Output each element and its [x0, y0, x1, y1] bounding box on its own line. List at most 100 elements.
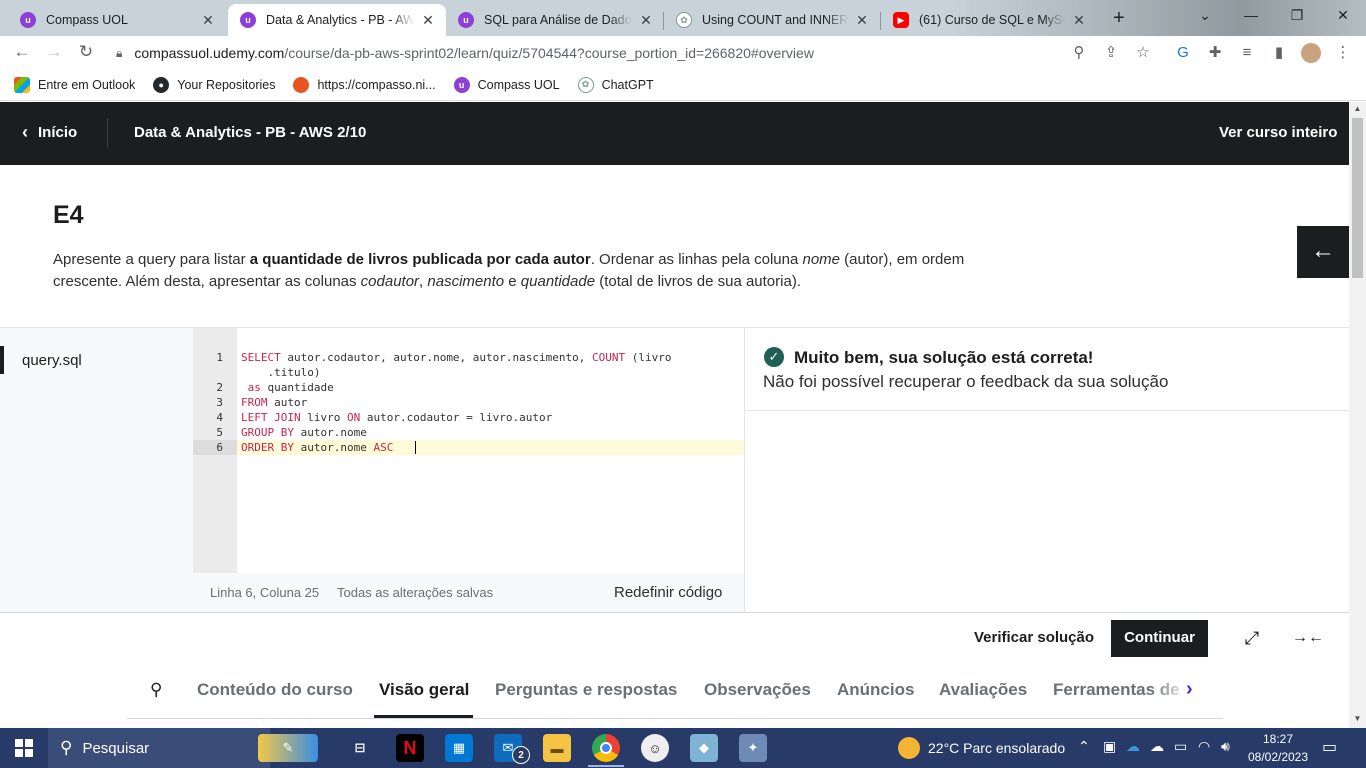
desc-italic: nascimento [427, 273, 505, 290]
line-number: 1 [216, 351, 223, 364]
minimize-icon[interactable]: — [1228, 0, 1274, 32]
back-to-home-link[interactable]: ‹ Início [22, 122, 77, 143]
start-button[interactable] [0, 728, 48, 768]
close-tab-icon[interactable]: ✕ [854, 12, 870, 29]
scroll-down-arrow-icon[interactable]: ▼ [1349, 712, 1366, 726]
close-window-icon[interactable]: ✕ [1320, 0, 1366, 32]
verify-solution-button[interactable]: Verificar solução [968, 622, 1100, 656]
taskbar-search-placeholder: Pesquisar [82, 739, 150, 757]
task-view-icon[interactable]: ⊟ [346, 734, 374, 762]
new-tab-plus-icon[interactable]: + [1106, 6, 1132, 32]
translate-icon[interactable]: G [1173, 43, 1193, 63]
code-line-6: ORDER BY autor.nome ASC [241, 441, 394, 454]
chevron-left-icon: ‹ [22, 122, 28, 142]
reading-list-icon[interactable]: ≡ [1237, 43, 1257, 63]
close-tab-icon[interactable]: ✕ [420, 12, 436, 29]
search-highlight-icon[interactable]: ✎ [258, 734, 318, 762]
chatgpt-icon: ✿ [577, 76, 594, 93]
zoom-icon[interactable]: ⚲ [1069, 43, 1089, 63]
bookmark-star-icon[interactable]: ☆ [1133, 43, 1153, 63]
meet-icon[interactable]: ▣ [1103, 738, 1116, 755]
line-number: 5 [216, 426, 223, 439]
result-divider [745, 410, 1349, 411]
chrome-icon[interactable] [592, 734, 620, 762]
netflix-icon[interactable]: N [396, 734, 424, 762]
desc-italic: codautor [360, 273, 420, 290]
collapse-arrow-left-button[interactable]: ← [1297, 226, 1349, 278]
close-tab-icon[interactable]: ✕ [200, 12, 216, 29]
close-tab-icon[interactable]: ✕ [1071, 12, 1087, 29]
weather-sun-icon[interactable] [898, 737, 920, 759]
check-circle-icon: ✓ [764, 347, 784, 367]
compasso-icon [293, 76, 310, 93]
cloud-icon[interactable]: ☁ [1150, 738, 1164, 755]
menu-kebab-icon[interactable]: ⋮ [1333, 43, 1353, 63]
lock-icon: 🔒︎ [116, 45, 123, 60]
close-tab-icon[interactable]: ✕ [638, 12, 654, 29]
udemy-icon: u [453, 76, 470, 93]
browser-tab[interactable]: u Compass UOL ✕ [8, 4, 226, 36]
tab-qa[interactable]: Perguntas e respostas [495, 680, 677, 700]
desc-text: Apresente a query para listar [53, 251, 250, 268]
line-number: 2 [216, 381, 223, 394]
share-icon[interactable]: ⇪ [1101, 43, 1121, 63]
reset-code-button[interactable]: Redefinir código [614, 584, 722, 601]
browser-tab-active[interactable]: u Data & Analytics - PB - AWS ✕ [228, 4, 446, 36]
chevron-right-icon[interactable]: › [1186, 678, 1193, 701]
tab-search-chevron-icon[interactable]: ⌄ [1182, 0, 1228, 32]
scroll-up-arrow-icon[interactable]: ▲ [1349, 102, 1366, 116]
bookmark-compasso[interactable]: https://compasso.ni... [293, 76, 436, 93]
weather-text[interactable]: 22°C Parc ensolarado [928, 740, 1065, 756]
volume-icon[interactable]: 🔊︎ [1221, 738, 1230, 755]
expand-icon[interactable]: ⤢ [1240, 626, 1264, 650]
active-app-indicator [588, 765, 624, 767]
url-field[interactable]: 🔒︎ compassuol.udemy.com/course/da-pb-aws… [116, 40, 1056, 66]
app-icon[interactable]: ✦ [739, 734, 767, 762]
forward-arrow-icon[interactable]: → [43, 42, 65, 64]
bookmark-outlook[interactable]: Entre em Outlook [14, 76, 135, 93]
tab-notes[interactable]: Observações [704, 680, 811, 700]
reload-icon[interactable]: ↻ [75, 42, 97, 64]
browser-tab[interactable]: ▶ (61) Curso de SQL e MySQL ✕ [881, 4, 1097, 36]
browser-tab[interactable]: u SQL para Análise de Dados: D ✕ [446, 4, 664, 36]
tab-title: SQL para Análise de Dados: D [484, 13, 632, 27]
browser-tab[interactable]: ✿ Using COUNT and INNER JOIN ✕ [664, 4, 880, 36]
extensions-icon[interactable]: ✚ [1205, 43, 1225, 63]
windows-logo-icon [15, 739, 33, 757]
app-icon[interactable]: ◆ [690, 734, 718, 762]
tab-announcements[interactable]: Anúncios [837, 680, 914, 700]
battery-icon[interactable]: ▭ [1174, 738, 1187, 755]
collapse-width-icon[interactable]: →← [1292, 626, 1324, 650]
tab-overview[interactable]: Visão geral [379, 680, 469, 700]
chevron-up-icon[interactable]: ⌃ [1078, 738, 1090, 755]
bookmark-compass-uol[interactable]: u Compass UOL [453, 76, 560, 93]
bookmark-chatgpt[interactable]: ✿ ChatGPT [577, 76, 654, 93]
bookmark-repositories[interactable]: ● Your Repositories [153, 76, 275, 93]
tab-reviews[interactable]: Avaliações [939, 680, 1027, 700]
back-arrow-icon[interactable]: ← [11, 42, 33, 64]
result-subtitle: Não foi possível recuperar o feedback da… [763, 372, 1169, 391]
search-icon[interactable]: ⚲ [150, 680, 162, 700]
clock-time[interactable]: 18:27 [1262, 732, 1294, 746]
tab-course-content[interactable]: Conteúdo do curso [197, 680, 353, 700]
clock-date[interactable]: 08/02/2023 [1246, 750, 1310, 764]
restore-icon[interactable]: ❐ [1274, 0, 1320, 32]
scrollbar-thumb[interactable] [1352, 118, 1363, 278]
app-icon[interactable]: ☺ [641, 734, 669, 762]
file-explorer-icon[interactable]: ▬ [543, 734, 571, 762]
store-icon[interactable]: ▦ [445, 734, 473, 762]
side-panel-icon[interactable]: ▮ [1269, 43, 1289, 63]
taskbar-search[interactable]: ⚲ Pesquisar [48, 728, 270, 768]
file-tab-query-sql[interactable]: query.sql [22, 352, 82, 369]
tab-title: (61) Curso de SQL e MySQL [919, 13, 1065, 27]
continue-button[interactable]: Continuar [1111, 620, 1208, 657]
code-line-1: SELECT autor.codautor, autor.nome, autor… [241, 351, 672, 364]
see-full-course-link[interactable]: Ver curso inteiro [1219, 124, 1337, 141]
wifi-icon[interactable]: ◠ [1198, 738, 1210, 755]
udemy-favicon-icon: u [240, 12, 256, 28]
tab-title: Data & Analytics - PB - AWS [266, 13, 414, 27]
profile-avatar-icon[interactable] [1301, 43, 1321, 63]
notifications-icon[interactable]: ▭ [1322, 737, 1337, 757]
result-title: Muito bem, sua solução está correta! [794, 348, 1094, 367]
onedrive-icon[interactable]: ☁ [1126, 738, 1140, 755]
